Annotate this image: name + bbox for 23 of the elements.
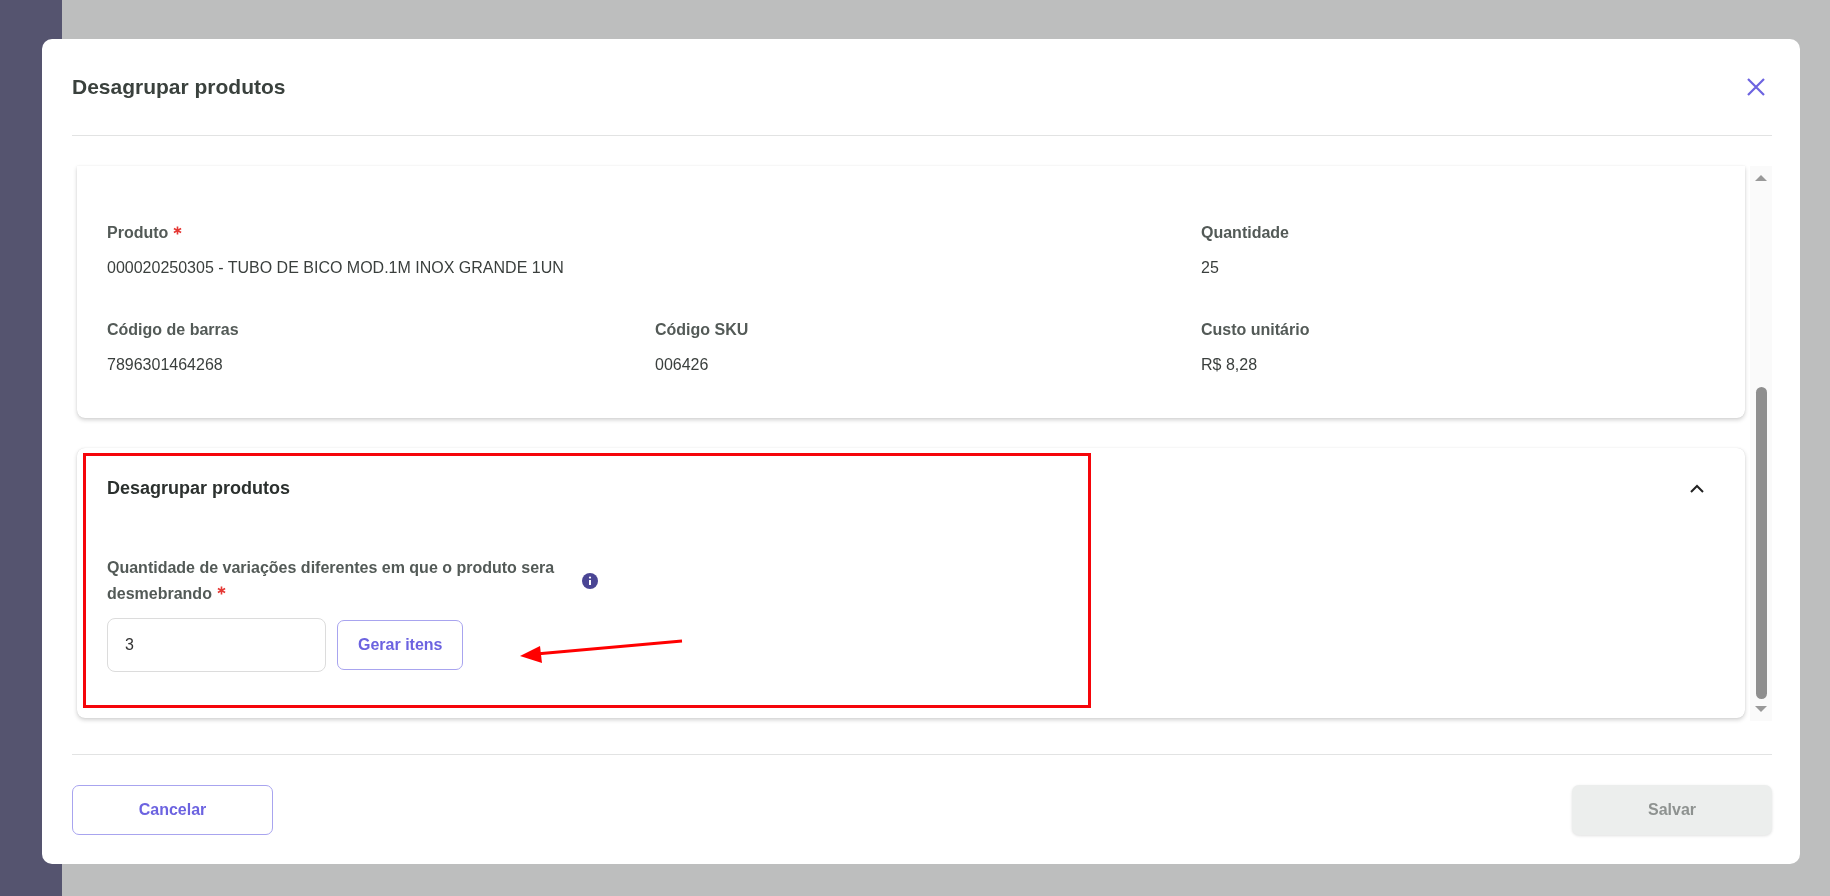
- generate-items-button[interactable]: Gerar itens: [337, 620, 464, 670]
- scroll-down-arrow-icon[interactable]: [1754, 705, 1768, 713]
- caret-icon: [1689, 483, 1705, 494]
- field-value: 7896301464268: [107, 356, 224, 374]
- cancel-button[interactable]: Cancelar: [72, 784, 273, 835]
- scroll-up-arrow-icon[interactable]: [1754, 174, 1768, 182]
- quantity-input[interactable]: 3: [107, 618, 326, 672]
- field-value: R$ 8,28: [1201, 356, 1259, 374]
- required-asterisk-icon: [173, 226, 183, 235]
- section-title: Desagrupar produtos: [107, 478, 291, 499]
- field-value: 25: [1201, 259, 1220, 277]
- scrollbar[interactable]: [1750, 166, 1772, 721]
- field-value: 000020250305 - TUBO DE BICO MOD.1M INOX GRANDE 1UN: [107, 259, 565, 277]
- field-label: Código SKU: [655, 321, 749, 339]
- field-label: Produto: [107, 224, 169, 242]
- field-label: Código de barras: [107, 321, 239, 339]
- field-label: Custo unitário: [1201, 321, 1310, 339]
- dialog-title: Desagrupar produtos: [72, 75, 286, 99]
- close-icon: [1746, 77, 1766, 97]
- field-label: Quantidade de variações diferentes em que o produto sera desmebrando: [107, 558, 556, 604]
- info-icon[interactable]: [582, 573, 598, 589]
- field-label: Quantidade: [1201, 224, 1289, 242]
- field-value: 006426: [655, 356, 710, 374]
